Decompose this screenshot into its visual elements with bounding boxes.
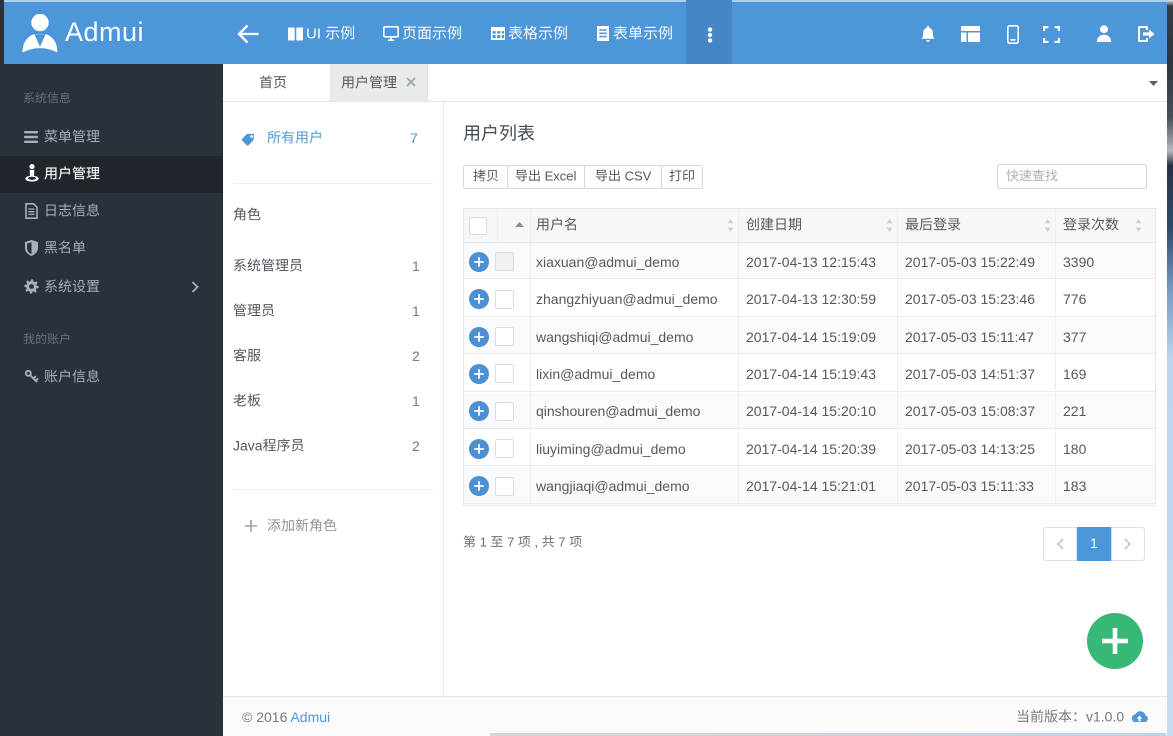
svg-text:UI: UI (306, 25, 325, 42)
svg-text:Excel: Excel (541, 168, 577, 183)
svg-text:1: 1 (476, 534, 490, 549)
svg-text:v1.0.0: v1.0.0 (1086, 708, 1124, 724)
svg-text:Java: Java (233, 437, 263, 453)
svg-text:,: , (531, 534, 542, 549)
svg-text:CSV: CSV (621, 168, 652, 183)
svg-text:7: 7 (555, 534, 569, 549)
svg-text:7: 7 (504, 534, 518, 549)
